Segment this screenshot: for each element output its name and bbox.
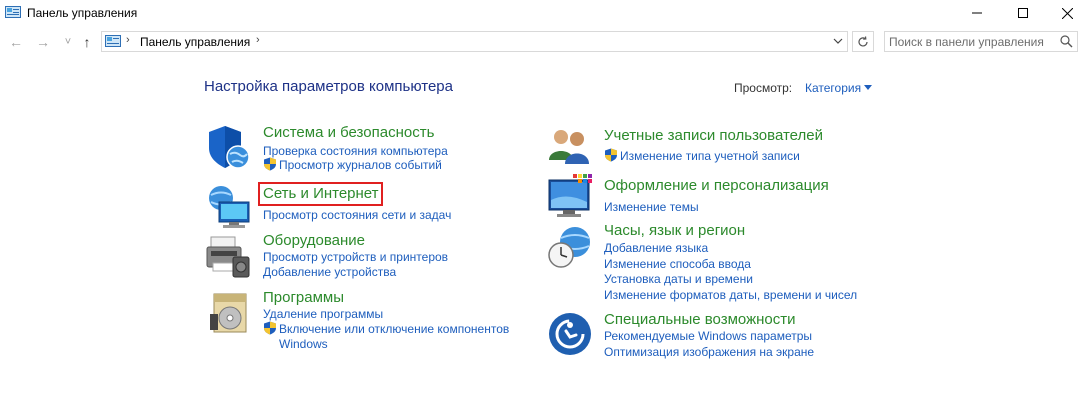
programs-disc-icon[interactable] — [210, 292, 258, 340]
link-change-theme[interactable]: Изменение темы — [604, 200, 699, 214]
view-by-label: Просмотр: — [734, 81, 793, 95]
arrow-right-icon: → — [36, 34, 50, 50]
arrow-up-icon: ↑ — [83, 34, 91, 50]
category-system-security[interactable]: Система и безопасность — [263, 124, 434, 141]
maximize-icon — [1018, 8, 1028, 18]
uac-shield-icon — [263, 157, 277, 171]
link-add-language[interactable]: Добавление языка — [604, 241, 708, 255]
link-uninstall-program[interactable]: Удаление программы — [263, 307, 383, 321]
chevron-down-icon — [833, 38, 843, 44]
control-panel-icon — [5, 6, 21, 25]
category-appearance-personalization[interactable]: Оформление и персонализация — [604, 177, 829, 194]
arrow-left-icon: ← — [9, 34, 23, 50]
minimize-button[interactable] — [954, 0, 1000, 26]
search-icon[interactable] — [1060, 35, 1073, 53]
recent-locations-button[interactable]: ˅ — [59, 33, 77, 51]
chevron-down-icon: ˅ — [64, 36, 72, 48]
accessibility-icon[interactable] — [547, 311, 595, 359]
link-recommended-windows-settings[interactable]: Рекомендуемые Windows параметры — [604, 329, 812, 343]
category-network-internet[interactable]: Сеть и Интернет — [263, 185, 379, 202]
search-box[interactable] — [884, 31, 1078, 52]
maximize-button[interactable] — [1000, 0, 1046, 26]
window-title: Панель управления — [27, 6, 138, 20]
view-by-dropdown[interactable]: Категория — [805, 81, 861, 95]
up-button[interactable]: ↑ — [78, 33, 96, 51]
close-icon — [1061, 7, 1073, 19]
category-programs[interactable]: Программы — [263, 289, 344, 306]
link-change-date-time-formats[interactable]: Изменение форматов даты, времени и чисел — [604, 288, 857, 302]
link-turn-windows-features[interactable]: Включение или отключение компонентов — [279, 322, 509, 336]
link-change-account-type[interactable]: Изменение типа учетной записи — [620, 149, 800, 163]
address-dropdown-button[interactable] — [832, 34, 844, 48]
back-button[interactable]: ← — [7, 33, 25, 51]
category-ease-of-access[interactable]: Специальные возможности — [604, 311, 796, 328]
category-user-accounts[interactable]: Учетные записи пользователей — [604, 127, 823, 144]
page-title: Настройка параметров компьютера — [204, 78, 453, 95]
link-check-computer-status[interactable]: Проверка состояния компьютера — [263, 144, 448, 158]
breadcrumb-control-panel[interactable]: Панель управления — [140, 35, 250, 49]
refresh-icon — [858, 35, 868, 46]
printer-icon[interactable] — [205, 233, 253, 281]
uac-shield-icon — [604, 148, 618, 162]
clock-globe-icon[interactable] — [547, 226, 595, 274]
control-panel-icon — [105, 35, 121, 53]
link-view-network-status[interactable]: Просмотр состояния сети и задач — [263, 208, 451, 222]
breadcrumb-separator[interactable]: › — [256, 34, 260, 46]
forward-button[interactable]: → — [34, 33, 52, 51]
network-globe-icon[interactable] — [205, 182, 253, 230]
category-clock-language-region[interactable]: Часы, язык и регион — [604, 222, 745, 239]
address-bar[interactable]: › Панель управления › — [101, 31, 848, 52]
refresh-button[interactable] — [852, 31, 874, 52]
shield-globe-icon[interactable] — [205, 124, 253, 172]
monitor-palette-icon[interactable] — [547, 174, 595, 222]
link-change-input-method[interactable]: Изменение способа ввода — [604, 257, 751, 271]
breadcrumb-separator[interactable]: › — [126, 34, 130, 46]
minimize-icon — [972, 12, 982, 14]
link-add-device[interactable]: Добавление устройства — [263, 265, 396, 279]
link-view-event-logs[interactable]: Просмотр журналов событий — [279, 158, 442, 172]
link-optimize-visual-display[interactable]: Оптимизация изображения на экране — [604, 345, 814, 359]
users-icon[interactable] — [547, 126, 595, 174]
link-set-date-time[interactable]: Установка даты и времени — [604, 272, 753, 286]
link-turn-windows-features-cont[interactable]: Windows — [279, 337, 328, 351]
category-hardware[interactable]: Оборудование — [263, 232, 365, 249]
title-bar: Панель управления — [0, 0, 1090, 28]
link-view-devices-printers[interactable]: Просмотр устройств и принтеров — [263, 250, 448, 264]
close-button[interactable] — [1044, 0, 1090, 26]
dropdown-caret-icon[interactable] — [864, 85, 872, 90]
uac-shield-icon — [263, 321, 277, 335]
search-input[interactable] — [889, 33, 1049, 50]
